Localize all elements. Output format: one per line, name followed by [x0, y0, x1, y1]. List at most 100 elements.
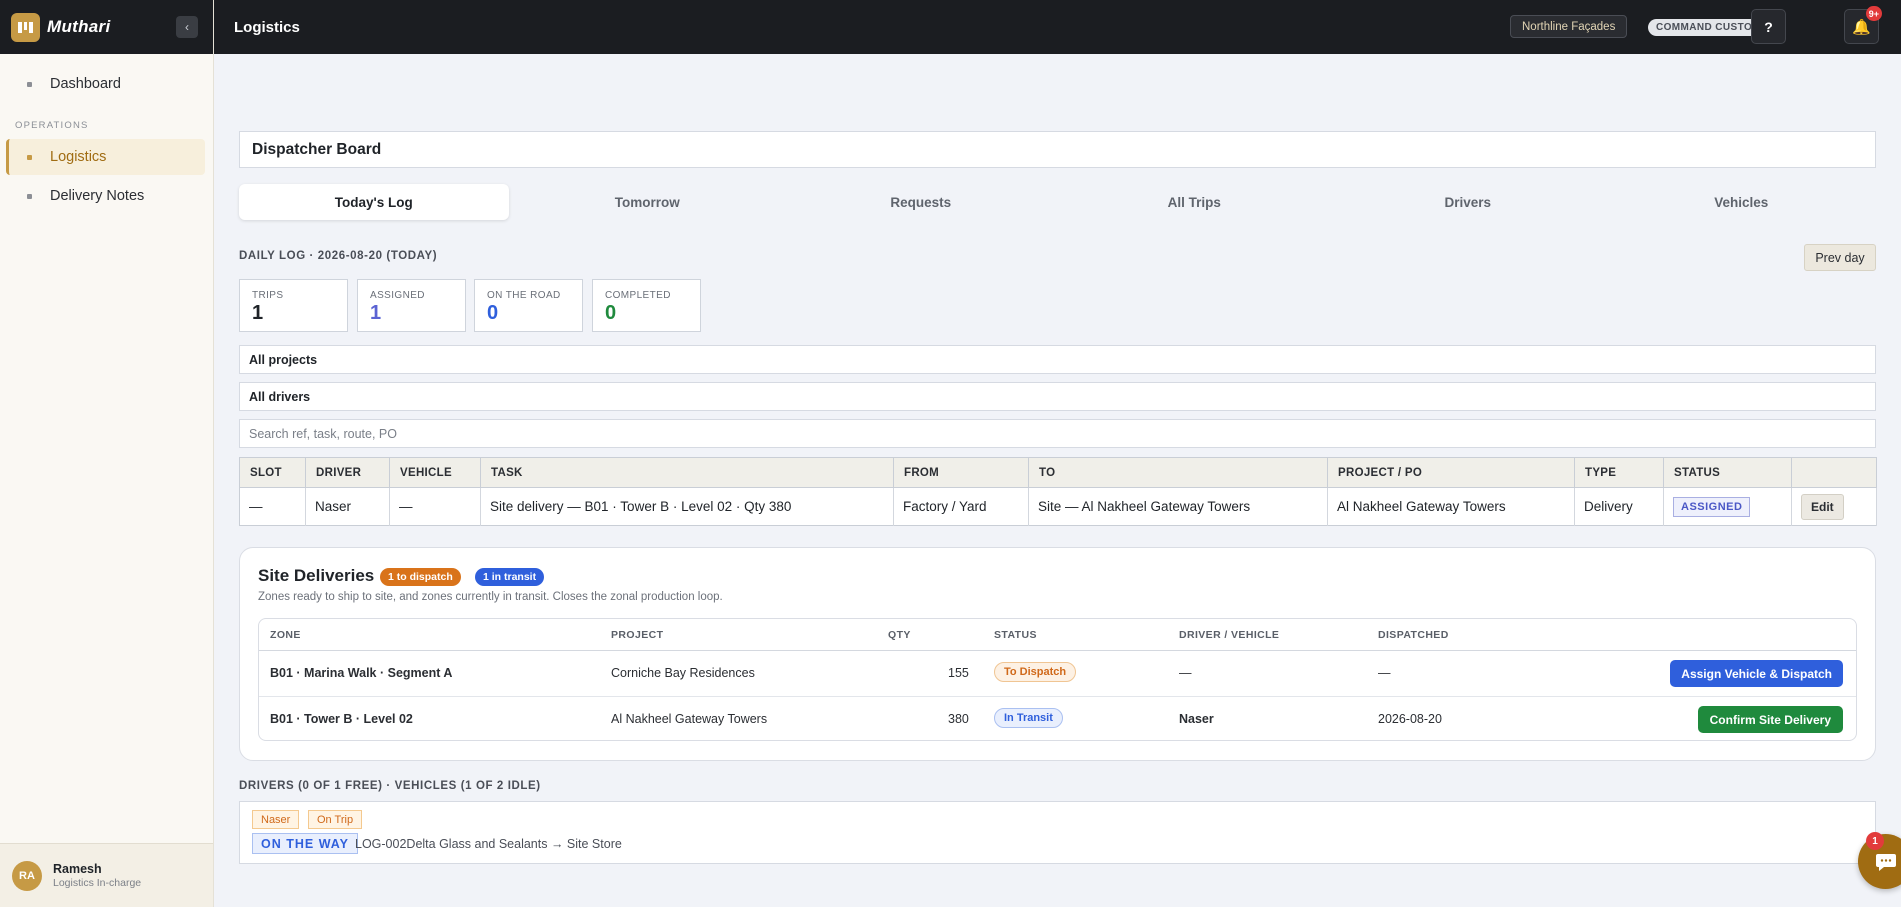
table-row[interactable]: B01 · Marina Walk · Segment A Corniche B… — [259, 651, 1856, 696]
table-header-row: ZONE PROJECT QTY STATUS DRIVER / VEHICLE… — [259, 619, 1856, 651]
stat-label: TRIPS — [252, 290, 284, 301]
to-dispatch-count-badge: 1 to dispatch — [380, 568, 461, 586]
table-row[interactable]: — Naser — Site delivery — B01 · Tower B … — [239, 487, 1877, 526]
site-deliveries-table: ZONE PROJECT QTY STATUS DRIVER / VEHICLE… — [258, 618, 1857, 741]
column-header-to: TO — [1028, 457, 1328, 488]
cell-dispatched: 2026-08-20 — [1378, 712, 1442, 726]
cell-slot: — — [239, 487, 306, 526]
project-filter-select[interactable]: All projects — [239, 345, 1876, 374]
tab-bar: Today's Log Tomorrow Requests All Trips … — [239, 180, 1876, 224]
cell-dispatched: — — [1378, 666, 1391, 680]
sidebar-section-operations: OPERATIONS — [15, 120, 89, 131]
notifications-button[interactable]: 🔔 9+ — [1844, 6, 1882, 44]
page-title: Logistics — [234, 18, 300, 36]
prev-day-button[interactable]: Prev day — [1804, 244, 1876, 271]
column-header-slot: SLOT — [239, 457, 306, 488]
column-header-driver-vehicle: DRIVER / VEHICLE — [1179, 629, 1280, 641]
driver-filter-select[interactable]: All drivers — [239, 382, 1876, 411]
stat-label: ASSIGNED — [370, 290, 425, 301]
tab-todays-log[interactable]: Today's Log — [239, 184, 509, 220]
tab-tomorrow[interactable]: Tomorrow — [513, 184, 783, 220]
sidebar-item-label: Logistics — [50, 149, 107, 165]
stat-on-the-road: ON THE ROAD 0 — [474, 279, 583, 332]
stat-value: 1 — [252, 302, 264, 324]
column-header-project: PROJECT — [611, 629, 664, 641]
column-header-status: STATUS — [1663, 457, 1792, 488]
in-transit-count-badge: 1 in transit — [475, 568, 545, 586]
cell-driver: Naser — [305, 487, 390, 526]
tab-all-trips[interactable]: All Trips — [1060, 184, 1330, 220]
avatar: RA — [12, 860, 42, 891]
column-header-actions — [1791, 457, 1877, 488]
tab-requests[interactable]: Requests — [786, 184, 1056, 220]
bell-icon: 🔔 — [1852, 18, 1871, 36]
driver-status-tag: On Trip — [308, 810, 363, 829]
user-profile[interactable]: RA Ramesh Logistics In-charge — [0, 843, 213, 907]
column-header-task: TASK — [480, 457, 894, 488]
cell-qty: 155 — [948, 666, 969, 680]
column-header-status: STATUS — [994, 629, 1037, 641]
cell-to: Site — Al Nakheel Gateway Towers — [1028, 487, 1328, 526]
edit-button[interactable]: Edit — [1801, 493, 1844, 520]
sidebar-item-logistics[interactable]: Logistics — [6, 139, 205, 175]
bullet-icon — [27, 81, 32, 87]
cell-project: Al Nakheel Gateway Towers — [1327, 487, 1575, 526]
sidebar-collapse-button[interactable]: ‹ — [176, 16, 198, 38]
user-info: Ramesh Logistics In-charge — [53, 862, 141, 889]
table-header-row: SLOT DRIVER VEHICLE TASK FROM TO PROJECT… — [239, 457, 1877, 488]
chat-unread-badge: 1 — [1866, 832, 1884, 850]
trip-state-badge: ON THE WAY — [252, 833, 359, 854]
brand-name: Muthari — [47, 17, 111, 36]
user-name: Ramesh — [53, 862, 102, 876]
cell-task: Site delivery — B01 · Tower B · Level 02… — [480, 487, 894, 526]
cell-driver-vehicle: Naser — [1179, 712, 1214, 726]
sidebar-item-dashboard[interactable]: Dashboard — [6, 66, 205, 102]
cell-project: Corniche Bay Residences — [611, 666, 755, 680]
status-badge: In Transit — [994, 708, 1063, 728]
board-title: Dispatcher Board — [239, 131, 1876, 168]
cell-project: Al Nakheel Gateway Towers — [611, 712, 768, 726]
table-row[interactable]: B01 · Tower B · Level 02 Al Nakheel Gate… — [259, 696, 1856, 741]
cell-zone: B01 · Tower B · Level 02 — [270, 712, 413, 726]
trips-table: SLOT DRIVER VEHICLE TASK FROM TO PROJECT… — [239, 457, 1877, 526]
cell-zone: B01 · Marina Walk · Segment A — [270, 666, 453, 680]
sidebar-header: Muthari ‹ — [0, 0, 213, 54]
daily-log-label: DAILY LOG · 2026-08-20 (TODAY) — [239, 250, 438, 262]
column-header-qty: QTY — [888, 629, 911, 641]
chat-bubble-icon — [1875, 853, 1896, 871]
site-deliveries-title: Site Deliveries — [258, 566, 375, 585]
notification-count-badge: 9+ — [1865, 6, 1882, 21]
stat-value: 0 — [605, 302, 617, 324]
stat-trips: TRIPS 1 — [239, 279, 348, 332]
tab-vehicles[interactable]: Vehicles — [1607, 184, 1877, 220]
brand-logo-icon — [11, 12, 40, 42]
stat-label: COMPLETED — [605, 290, 671, 301]
cell-status: ASSIGNED — [1663, 487, 1792, 526]
help-button[interactable]: ? — [1751, 9, 1786, 44]
cell-from: Factory / Yard — [893, 487, 1029, 526]
status-badge: To Dispatch — [994, 662, 1077, 682]
sidebar-item-delivery-notes[interactable]: Delivery Notes — [6, 178, 205, 214]
cell-vehicle: — — [389, 487, 481, 526]
column-header-vehicle: VEHICLE — [389, 457, 481, 488]
stat-completed: COMPLETED 0 — [592, 279, 701, 332]
column-header-dispatched: DISPATCHED — [1378, 629, 1449, 641]
org-switcher[interactable]: Northline Façades — [1510, 15, 1628, 38]
assign-vehicle-dispatch-button[interactable]: Assign Vehicle & Dispatch — [1670, 660, 1843, 687]
column-header-project-po: PROJECT / PO — [1327, 457, 1575, 488]
cell-qty: 380 — [948, 712, 969, 726]
user-role: Logistics In-charge — [53, 877, 142, 889]
tab-drivers[interactable]: Drivers — [1333, 184, 1603, 220]
stat-value: 0 — [487, 302, 499, 324]
confirm-site-delivery-button[interactable]: Confirm Site Delivery — [1697, 706, 1843, 733]
search-input[interactable]: Search ref, task, route, PO — [239, 419, 1876, 448]
site-deliveries-card: Site Deliveries 1 to dispatch 1 in trans… — [239, 547, 1876, 761]
trip-detail: LOG-002Delta Glass and Sealants → Site S… — [355, 837, 622, 851]
site-deliveries-subtitle: Zones ready to ship to site, and zones c… — [258, 591, 723, 603]
topbar: Logistics Northline Façades COMMAND CUST… — [214, 0, 1901, 54]
column-header-from: FROM — [893, 457, 1029, 488]
driver-tag[interactable]: Naser — [252, 810, 300, 829]
drivers-vehicles-label: DRIVERS (0 OF 1 FREE) · VEHICLES (1 OF 2… — [239, 780, 541, 792]
bullet-icon — [27, 193, 32, 199]
cell-driver-vehicle: — — [1179, 666, 1192, 680]
